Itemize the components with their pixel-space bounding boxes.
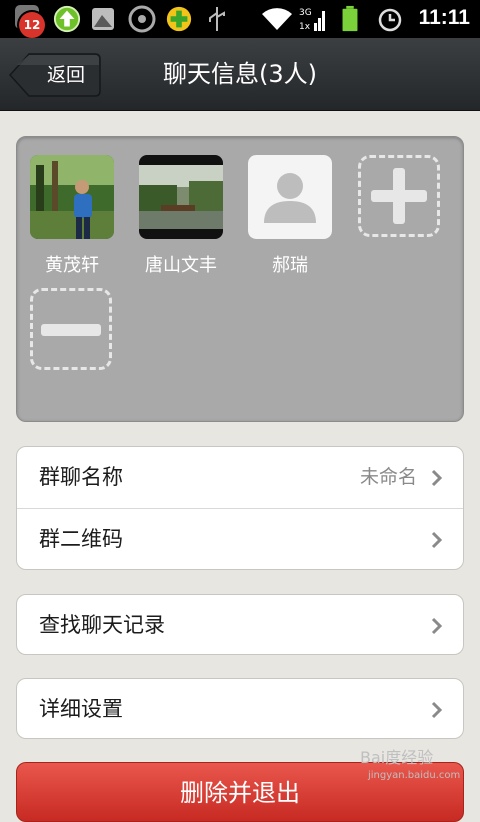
search-history-row[interactable]: 查找聊天记录 (17, 595, 463, 656)
group-name-value: 未命名 (359, 466, 417, 488)
chevron-right-icon (431, 469, 443, 487)
chevron-right-icon (431, 701, 443, 719)
signal-3g-icon: 3G 1x (299, 8, 325, 32)
group-qr-row[interactable]: 群二维码 (17, 508, 463, 570)
member-avatar[interactable] (30, 155, 114, 239)
back-button-label: 返回 (46, 64, 85, 86)
wifi-icon (262, 8, 292, 30)
chevron-right-icon (431, 531, 443, 549)
alarm-icon (378, 8, 402, 32)
title-bar: 返回 聊天信息(3人) (0, 38, 480, 111)
plus-app-icon (166, 6, 192, 32)
detail-settings-section: 详细设置 (16, 678, 464, 739)
disc-icon (128, 5, 156, 33)
default-avatar-icon[interactable] (248, 155, 332, 239)
page-title: 聊天信息(3人) (163, 60, 317, 88)
usb-icon (209, 7, 225, 31)
battery-icon (342, 5, 358, 32)
clock-time: 11:11 (418, 6, 470, 29)
svg-text:3G: 3G (299, 8, 312, 18)
minus-icon (41, 324, 101, 336)
notification-count-badge: 12 (19, 12, 45, 38)
remove-member-button[interactable] (30, 288, 112, 370)
group-qr-label: 群二维码 (39, 527, 123, 551)
upload-arrow-icon (53, 5, 81, 33)
detail-settings-label: 详细设置 (39, 697, 123, 721)
watermark: Bai度经验 (360, 748, 434, 767)
search-history-section: 查找聊天记录 (16, 594, 464, 655)
member-avatar[interactable] (139, 155, 223, 239)
watermark-url: jingyan.baidu.com (368, 770, 461, 781)
member-name: 郝瑞 (272, 255, 308, 276)
detail-settings-row[interactable]: 详细设置 (17, 679, 463, 740)
group-name-row[interactable]: 群聊名称 未命名 (17, 447, 463, 508)
svg-text:1x: 1x (299, 22, 311, 32)
chevron-right-icon (431, 617, 443, 635)
members-panel: 黄茂轩 唐山文丰 郝瑞 (16, 136, 464, 422)
search-history-label: 查找聊天记录 (39, 613, 165, 637)
back-button[interactable]: 返回 (9, 53, 101, 97)
add-member-button[interactable] (358, 155, 440, 237)
member-name: 黄茂轩 (45, 255, 99, 276)
status-bar: 12 3G 1x 11:11 (0, 0, 480, 38)
image-icon (92, 8, 114, 30)
group-name-label: 群聊名称 (39, 465, 123, 489)
plus-icon (371, 168, 427, 224)
group-info-section: 群聊名称 未命名 群二维码 (16, 446, 464, 570)
member-name: 唐山文丰 (145, 255, 217, 276)
